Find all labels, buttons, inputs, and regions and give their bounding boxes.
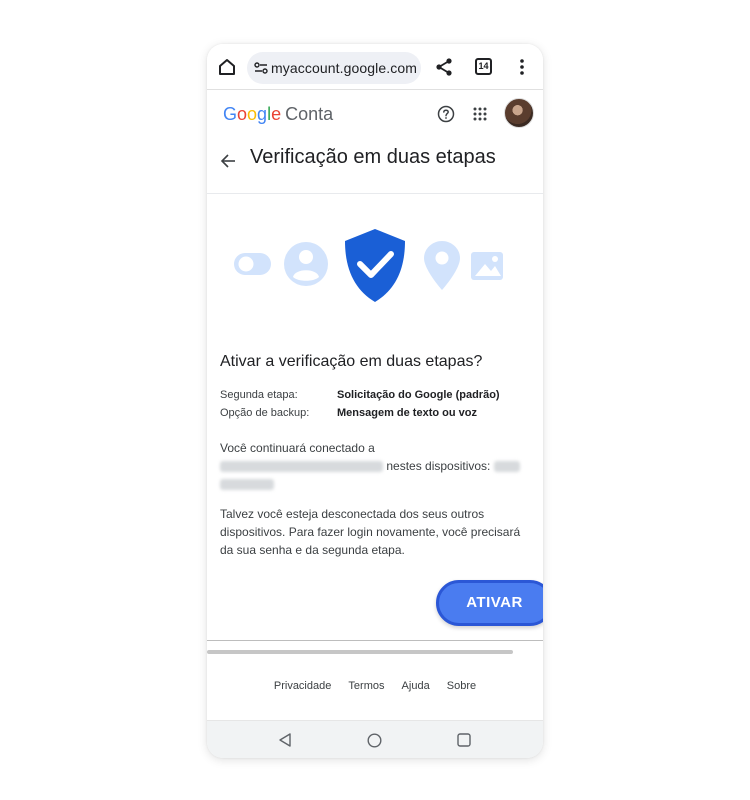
image-icon: [471, 252, 503, 280]
system-nav-bar: [207, 720, 543, 758]
security-illustration: [234, 229, 503, 302]
notice-text: Talvez você esteja desconectada dos seus…: [220, 507, 521, 557]
phone-screen: myaccount.google.com 14 Google Conta Ver…: [207, 44, 543, 758]
nav-home-icon[interactable]: [367, 733, 382, 748]
product-name: Conta: [285, 104, 334, 124]
browser-toolbar: myaccount.google.com 14: [207, 44, 543, 90]
share-icon[interactable]: [434, 57, 454, 77]
footer-link-terms[interactable]: Termos: [348, 680, 384, 692]
footer-link-privacy[interactable]: Privacidade: [274, 680, 331, 692]
horizontal-scrollbar[interactable]: [207, 650, 513, 654]
connected-text: Você continuará conectado a nestes dispo…: [220, 439, 535, 493]
footer-link-help[interactable]: Ajuda: [402, 680, 430, 692]
redacted-email: [220, 461, 383, 473]
page-title-bar: Verificação em duas etapas: [207, 140, 543, 194]
tabs-icon[interactable]: 14: [475, 58, 492, 75]
divider: [207, 640, 543, 641]
footer-links: Privacidade Termos Ajuda Sobre: [207, 680, 543, 692]
help-icon[interactable]: [437, 105, 455, 123]
home-icon[interactable]: [217, 57, 237, 77]
footer-link-about[interactable]: Sobre: [447, 680, 476, 692]
apps-icon[interactable]: [472, 106, 488, 122]
page-title: Verificação em duas etapas: [250, 146, 496, 168]
location-pin-icon: [424, 241, 460, 290]
redacted-device: [220, 479, 274, 491]
account-header: Google Conta: [207, 91, 543, 135]
more-vert-icon[interactable]: [516, 57, 528, 77]
toggle-icon: [234, 253, 271, 275]
activate-button[interactable]: ATIVAR: [436, 580, 543, 626]
confirm-heading: Ativar a verificação em duas etapas?: [220, 353, 483, 370]
avatar[interactable]: [504, 98, 534, 128]
nav-recents-icon[interactable]: [457, 733, 471, 747]
google-logo[interactable]: Google Conta: [223, 104, 333, 125]
account-circle-icon: [284, 242, 328, 286]
redacted-device: [493, 461, 520, 473]
url-text: myaccount.google.com: [271, 60, 417, 76]
address-bar[interactable]: myaccount.google.com: [247, 52, 421, 84]
tune-icon[interactable]: [254, 61, 268, 75]
shield-check-icon: [345, 229, 405, 302]
arrow-back-icon[interactable]: [220, 153, 236, 169]
nav-back-icon[interactable]: [278, 733, 292, 747]
